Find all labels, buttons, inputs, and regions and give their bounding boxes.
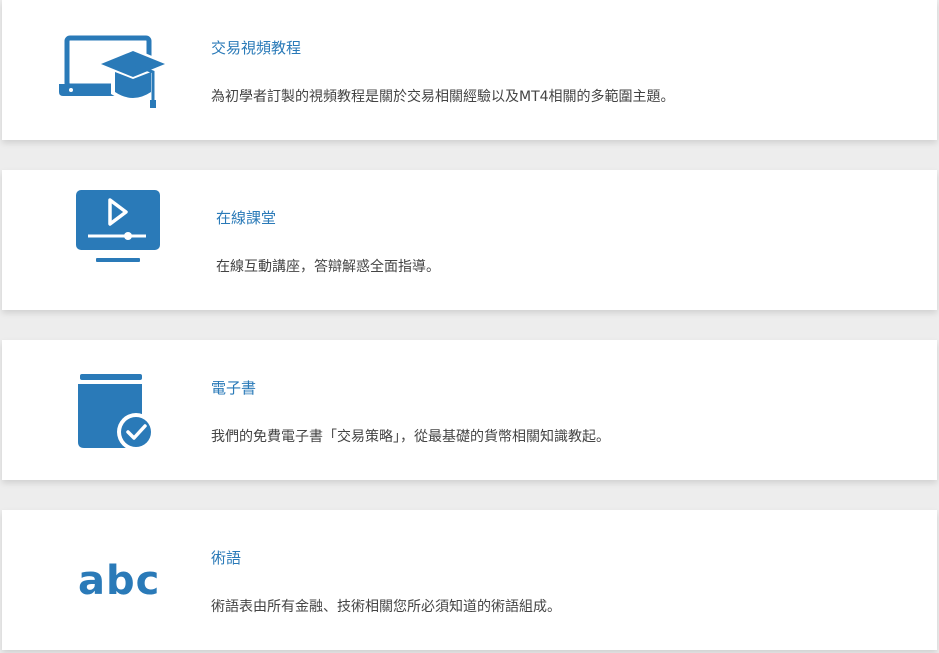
- card-description: 在線互動講座，答辯解惑全面指導。: [216, 259, 440, 275]
- card-title[interactable]: 交易視頻教程: [211, 37, 301, 58]
- card-description: 我們的免費電子書「交易策略」，從最基礎的貨幣相關知識教起。: [211, 429, 610, 445]
- abc-glossary-icon: abc: [2, 510, 202, 650]
- monitor-play-icon: [2, 170, 202, 310]
- card-title[interactable]: 電子書: [211, 377, 256, 398]
- card-title[interactable]: 術語: [211, 547, 241, 568]
- ebook-checkmark-icon: [2, 340, 202, 480]
- card-description: 為初學者訂製的視頻教程是關於交易相關經驗以及MT4相關的多範圍主題。: [211, 89, 675, 105]
- laptop-graduation-cap-icon: [2, 0, 202, 140]
- abc-icon-text: abc: [78, 558, 161, 604]
- card-glossary[interactable]: abc 術語 術語表由所有金融、技術相關您所必須知道的術語組成。: [2, 510, 937, 650]
- card-video-tutorials[interactable]: 交易視頻教程 為初學者訂製的視頻教程是關於交易相關經驗以及MT4相關的多範圍主題…: [2, 0, 937, 140]
- card-online-classroom[interactable]: 在線課堂 在線互動講座，答辯解惑全面指導。: [2, 170, 937, 310]
- card-title[interactable]: 在線課堂: [216, 207, 276, 228]
- card-description: 術語表由所有金融、技術相關您所必須知道的術語組成。: [211, 599, 561, 615]
- card-ebook[interactable]: 電子書 我們的免費電子書「交易策略」，從最基礎的貨幣相關知識教起。: [2, 340, 937, 480]
